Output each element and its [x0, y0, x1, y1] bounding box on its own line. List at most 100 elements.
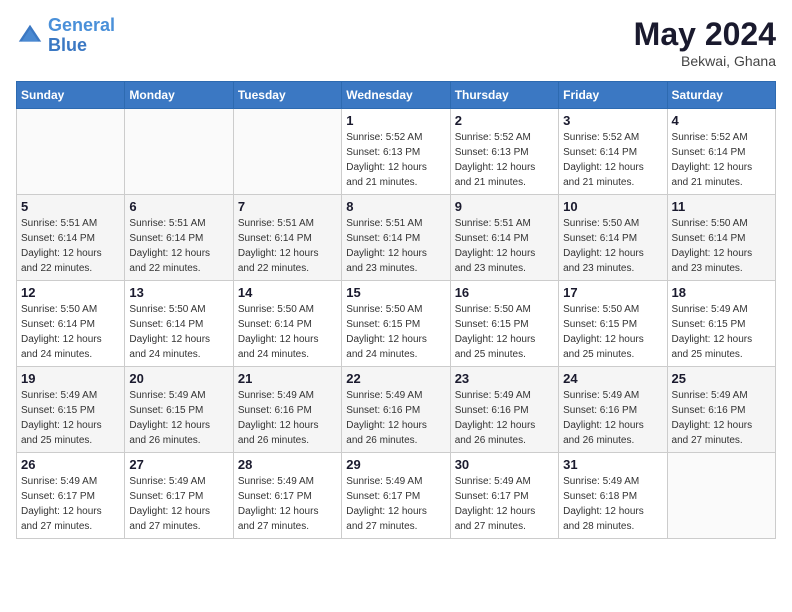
- calendar-cell: 31 Sunrise: 5:49 AM Sunset: 6:18 PM Dayli…: [559, 453, 667, 539]
- calendar-cell: 12 Sunrise: 5:50 AM Sunset: 6:14 PM Dayli…: [17, 281, 125, 367]
- calendar-cell: 23 Sunrise: 5:49 AM Sunset: 6:16 PM Dayli…: [450, 367, 558, 453]
- day-detail: Sunrise: 5:51 AM Sunset: 6:14 PM Dayligh…: [455, 216, 554, 276]
- day-detail: Sunrise: 5:52 AM Sunset: 6:14 PM Dayligh…: [672, 130, 771, 190]
- day-number: 31: [563, 457, 662, 472]
- calendar-week-row: 19Sunrise: 5:49 AM Sunset: 6:15 PM Dayli…: [17, 367, 776, 453]
- day-number: 21: [238, 371, 337, 386]
- day-detail: Sunrise: 5:51 AM Sunset: 6:14 PM Dayligh…: [346, 216, 445, 276]
- calendar-cell: [667, 453, 775, 539]
- calendar-cell: 26 Sunrise: 5:49 AM Sunset: 6:17 PM Dayli…: [17, 453, 125, 539]
- day-detail: Sunrise: 5:50 AM Sunset: 6:14 PM Dayligh…: [672, 216, 771, 276]
- day-detail: Sunrise: 5:49 AM Sunset: 6:16 PM Dayligh…: [346, 388, 445, 448]
- day-number: 12: [21, 285, 120, 300]
- day-detail: Sunrise: 5:50 AM Sunset: 6:14 PM Dayligh…: [21, 302, 120, 362]
- calendar-cell: 24 Sunrise: 5:49 AM Sunset: 6:16 PM Dayli…: [559, 367, 667, 453]
- calendar-cell: 6 Sunrise: 5:51 AM Sunset: 6:14 PM Daylig…: [125, 195, 233, 281]
- day-number: 3: [563, 113, 662, 128]
- weekday-header: Wednesday: [342, 82, 450, 109]
- calendar-cell: 28Sunrise: 5:49 AM Sunset: 6:17 PM Dayli…: [233, 453, 341, 539]
- day-number: 15: [346, 285, 445, 300]
- day-number: 30: [455, 457, 554, 472]
- location: Bekwai, Ghana: [634, 53, 776, 69]
- day-number: 25: [672, 371, 771, 386]
- day-number: 29: [346, 457, 445, 472]
- day-detail: Sunrise: 5:50 AM Sunset: 6:14 PM Dayligh…: [563, 216, 662, 276]
- day-detail: Sunrise: 5:51 AM Sunset: 6:14 PM Dayligh…: [238, 216, 337, 276]
- calendar-cell: [125, 109, 233, 195]
- day-number: 6: [129, 199, 228, 214]
- calendar-week-row: 1 Sunrise: 5:52 AM Sunset: 6:13 PM Daylig…: [17, 109, 776, 195]
- day-number: 14: [238, 285, 337, 300]
- calendar-cell: 30Sunrise: 5:49 AM Sunset: 6:17 PM Dayli…: [450, 453, 558, 539]
- day-detail: Sunrise: 5:49 AM Sunset: 6:16 PM Dayligh…: [672, 388, 771, 448]
- day-number: 26: [21, 457, 120, 472]
- calendar-cell: 9Sunrise: 5:51 AM Sunset: 6:14 PM Daylig…: [450, 195, 558, 281]
- day-detail: Sunrise: 5:49 AM Sunset: 6:16 PM Dayligh…: [563, 388, 662, 448]
- day-number: 1: [346, 113, 445, 128]
- calendar-cell: 2 Sunrise: 5:52 AM Sunset: 6:13 PM Daylig…: [450, 109, 558, 195]
- day-detail: Sunrise: 5:49 AM Sunset: 6:16 PM Dayligh…: [455, 388, 554, 448]
- logo-subtext: Blue: [48, 36, 115, 56]
- calendar-cell: 16Sunrise: 5:50 AM Sunset: 6:15 PM Dayli…: [450, 281, 558, 367]
- calendar-week-row: 5 Sunrise: 5:51 AM Sunset: 6:14 PM Daylig…: [17, 195, 776, 281]
- day-number: 18: [672, 285, 771, 300]
- weekday-header: Saturday: [667, 82, 775, 109]
- calendar-header: SundayMondayTuesdayWednesdayThursdayFrid…: [17, 82, 776, 109]
- calendar-cell: [233, 109, 341, 195]
- calendar-cell: 17Sunrise: 5:50 AM Sunset: 6:15 PM Dayli…: [559, 281, 667, 367]
- day-number: 8: [346, 199, 445, 214]
- calendar-week-row: 26 Sunrise: 5:49 AM Sunset: 6:17 PM Dayli…: [17, 453, 776, 539]
- day-number: 10: [563, 199, 662, 214]
- logo-text: General: [48, 16, 115, 36]
- title-block: May 2024 Bekwai, Ghana: [634, 16, 776, 69]
- day-number: 2: [455, 113, 554, 128]
- weekday-header: Friday: [559, 82, 667, 109]
- calendar-cell: 18Sunrise: 5:49 AM Sunset: 6:15 PM Dayli…: [667, 281, 775, 367]
- day-number: 13: [129, 285, 228, 300]
- day-detail: Sunrise: 5:49 AM Sunset: 6:17 PM Dayligh…: [21, 474, 120, 534]
- day-detail: Sunrise: 5:52 AM Sunset: 6:13 PM Dayligh…: [346, 130, 445, 190]
- weekday-header: Thursday: [450, 82, 558, 109]
- weekday-header: Tuesday: [233, 82, 341, 109]
- day-detail: Sunrise: 5:51 AM Sunset: 6:14 PM Dayligh…: [21, 216, 120, 276]
- calendar-body: 1 Sunrise: 5:52 AM Sunset: 6:13 PM Daylig…: [17, 109, 776, 539]
- calendar-cell: 1 Sunrise: 5:52 AM Sunset: 6:13 PM Daylig…: [342, 109, 450, 195]
- day-number: 11: [672, 199, 771, 214]
- calendar-cell: 14 Sunrise: 5:50 AM Sunset: 6:14 PM Dayli…: [233, 281, 341, 367]
- calendar-cell: 19Sunrise: 5:49 AM Sunset: 6:15 PM Dayli…: [17, 367, 125, 453]
- calendar-cell: 3 Sunrise: 5:52 AM Sunset: 6:14 PM Daylig…: [559, 109, 667, 195]
- day-number: 24: [563, 371, 662, 386]
- day-number: 7: [238, 199, 337, 214]
- day-number: 16: [455, 285, 554, 300]
- day-detail: Sunrise: 5:49 AM Sunset: 6:17 PM Dayligh…: [238, 474, 337, 534]
- calendar-cell: 7 Sunrise: 5:51 AM Sunset: 6:14 PM Daylig…: [233, 195, 341, 281]
- calendar-table: SundayMondayTuesdayWednesdayThursdayFrid…: [16, 81, 776, 539]
- calendar-cell: [17, 109, 125, 195]
- calendar-cell: 5 Sunrise: 5:51 AM Sunset: 6:14 PM Daylig…: [17, 195, 125, 281]
- day-detail: Sunrise: 5:49 AM Sunset: 6:17 PM Dayligh…: [346, 474, 445, 534]
- day-number: 5: [21, 199, 120, 214]
- day-detail: Sunrise: 5:49 AM Sunset: 6:15 PM Dayligh…: [129, 388, 228, 448]
- day-detail: Sunrise: 5:50 AM Sunset: 6:14 PM Dayligh…: [238, 302, 337, 362]
- day-number: 20: [129, 371, 228, 386]
- calendar-cell: 29 Sunrise: 5:49 AM Sunset: 6:17 PM Dayli…: [342, 453, 450, 539]
- calendar-cell: 22Sunrise: 5:49 AM Sunset: 6:16 PM Dayli…: [342, 367, 450, 453]
- logo: General Blue: [16, 16, 115, 56]
- weekday-header: Monday: [125, 82, 233, 109]
- page-header: General Blue May 2024 Bekwai, Ghana: [16, 16, 776, 69]
- calendar-cell: 8 Sunrise: 5:51 AM Sunset: 6:14 PM Daylig…: [342, 195, 450, 281]
- day-detail: Sunrise: 5:52 AM Sunset: 6:14 PM Dayligh…: [563, 130, 662, 190]
- calendar-cell: 10 Sunrise: 5:50 AM Sunset: 6:14 PM Dayli…: [559, 195, 667, 281]
- day-detail: Sunrise: 5:51 AM Sunset: 6:14 PM Dayligh…: [129, 216, 228, 276]
- day-detail: Sunrise: 5:49 AM Sunset: 6:18 PM Dayligh…: [563, 474, 662, 534]
- calendar-cell: 25 Sunrise: 5:49 AM Sunset: 6:16 PM Dayli…: [667, 367, 775, 453]
- calendar-cell: 4Sunrise: 5:52 AM Sunset: 6:14 PM Daylig…: [667, 109, 775, 195]
- day-number: 23: [455, 371, 554, 386]
- weekday-header: Sunday: [17, 82, 125, 109]
- day-detail: Sunrise: 5:50 AM Sunset: 6:15 PM Dayligh…: [346, 302, 445, 362]
- day-detail: Sunrise: 5:52 AM Sunset: 6:13 PM Dayligh…: [455, 130, 554, 190]
- day-detail: Sunrise: 5:49 AM Sunset: 6:15 PM Dayligh…: [21, 388, 120, 448]
- month-year: May 2024: [634, 16, 776, 53]
- calendar-cell: 21Sunrise: 5:49 AM Sunset: 6:16 PM Dayli…: [233, 367, 341, 453]
- calendar-cell: 20 Sunrise: 5:49 AM Sunset: 6:15 PM Dayli…: [125, 367, 233, 453]
